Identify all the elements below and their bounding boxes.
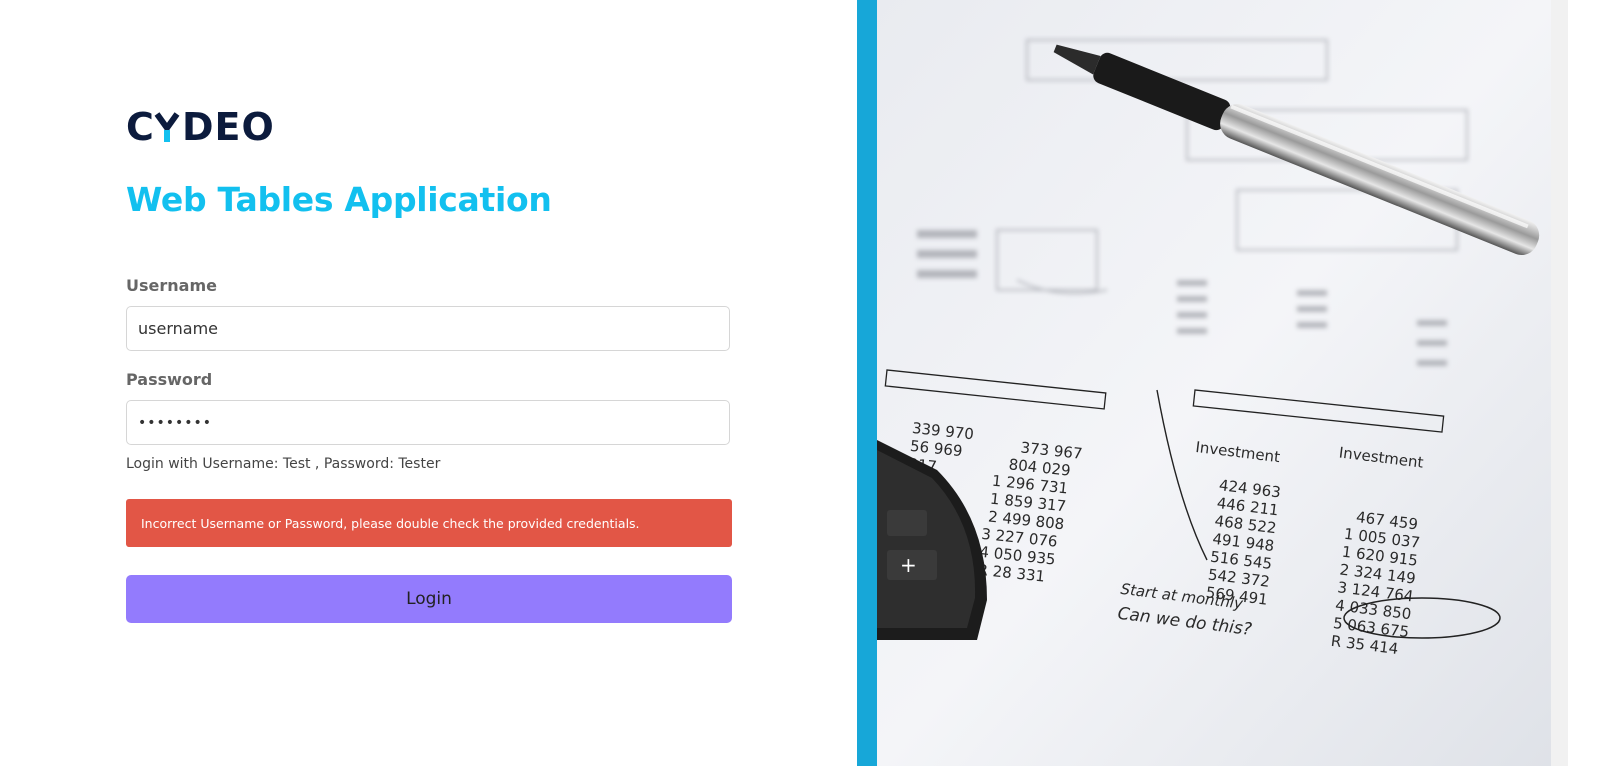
cydeo-logo: C DEO: [126, 108, 276, 144]
svg-text:+: +: [900, 553, 917, 577]
login-panel: C DEO Web Tables Application Username Pa…: [0, 0, 857, 782]
svg-text:DEO: DEO: [182, 108, 275, 144]
password-input[interactable]: [126, 400, 730, 445]
username-input[interactable]: [126, 306, 730, 351]
error-alert: Incorrect Username or Password, please d…: [126, 499, 732, 547]
page-title: Web Tables Application: [126, 180, 552, 219]
accent-bar: [857, 0, 877, 766]
username-label: Username: [126, 276, 217, 295]
svg-text:C: C: [126, 108, 155, 144]
hero-panel: Investment Investment 424 963 446 211 46…: [857, 0, 1600, 782]
hero-image: Investment Investment 424 963 446 211 46…: [877, 0, 1551, 766]
page-scrollbar[interactable]: [1551, 0, 1568, 766]
login-hint: Login with Username: Test , Password: Te…: [126, 456, 441, 472]
password-label: Password: [126, 370, 213, 389]
error-message: Incorrect Username or Password, please d…: [141, 515, 640, 531]
login-button[interactable]: Login: [126, 575, 732, 623]
